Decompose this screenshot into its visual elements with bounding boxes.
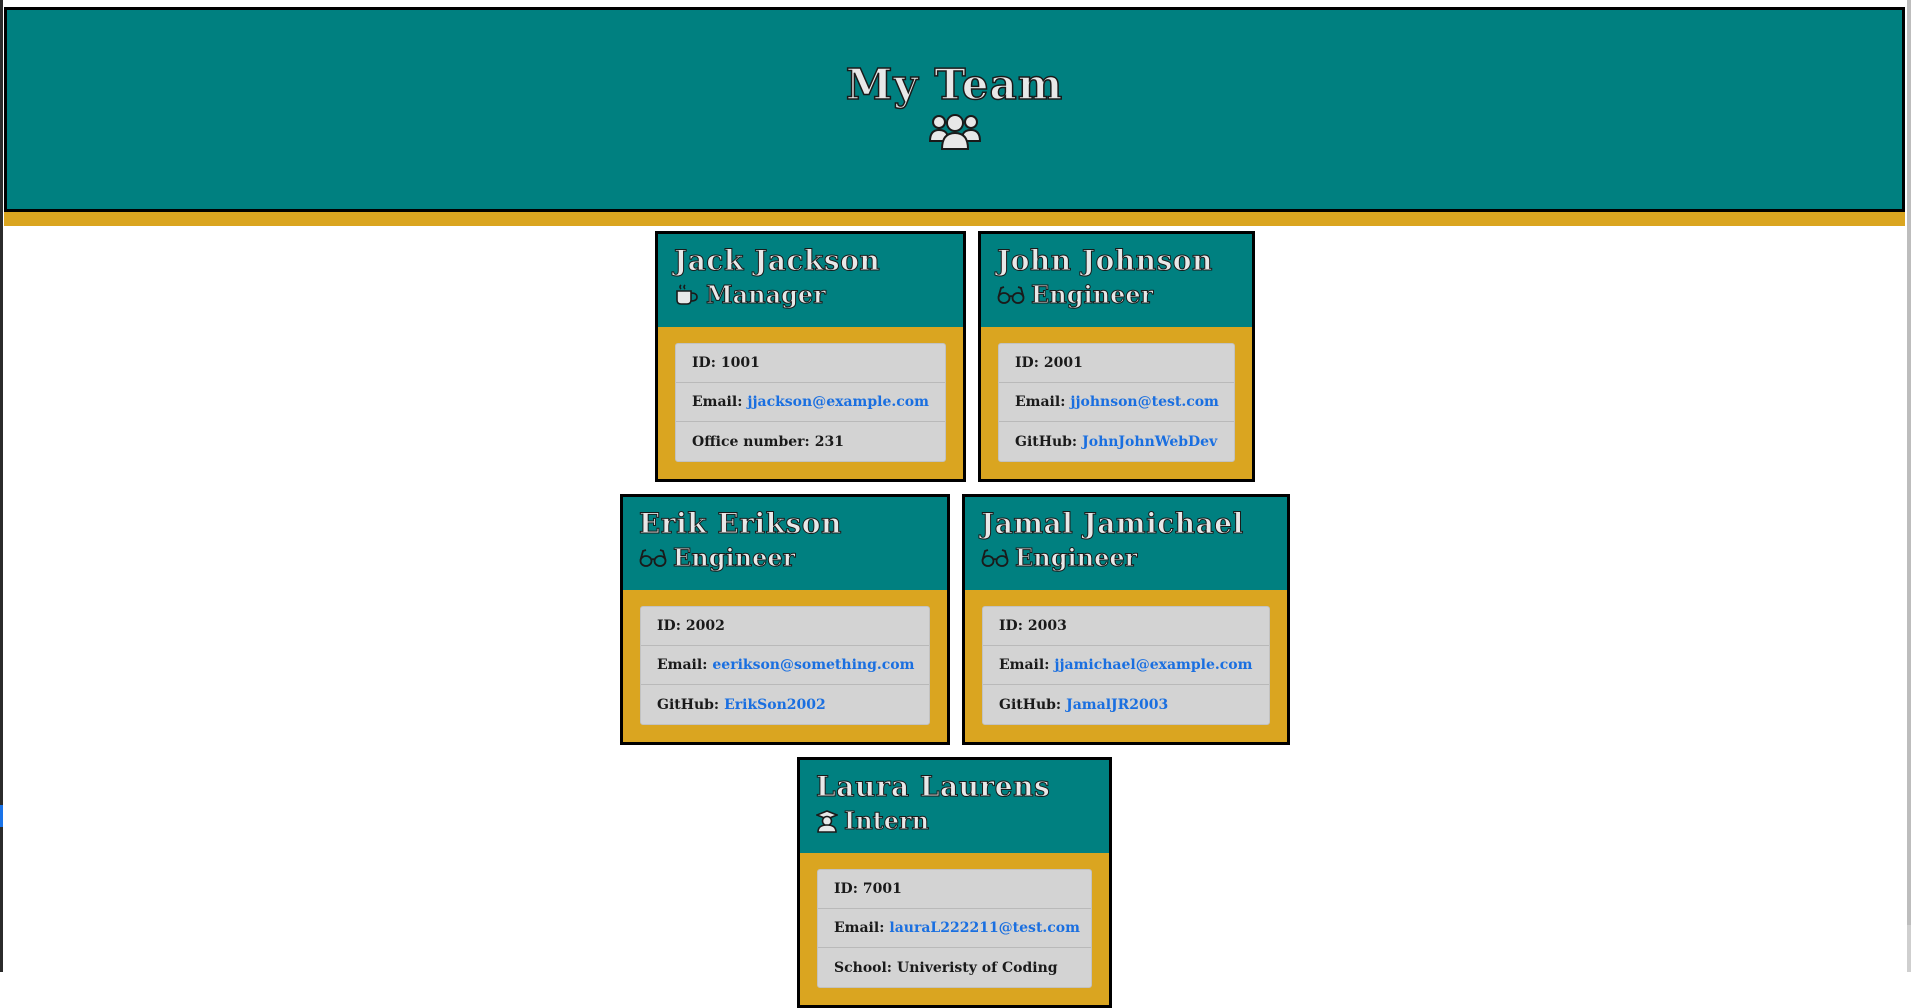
- email-item: Email: eerikson@something.com: [641, 646, 929, 685]
- window-left-edge-marker: [0, 805, 3, 827]
- github-item: GitHub: JamalJR2003: [983, 685, 1269, 724]
- id-value: 1001: [720, 355, 760, 371]
- role-label: Engineer: [672, 543, 796, 573]
- id-label: ID:: [999, 618, 1023, 634]
- card-header: Jamal Jamichael Engineer: [965, 497, 1287, 590]
- email-item: Email: lauraL222211@test.com: [818, 909, 1091, 948]
- email-link[interactable]: jjackson@example.com: [747, 394, 929, 410]
- card-body: ID: 7001 Email: lauraL222211@test.com Sc…: [800, 853, 1109, 988]
- employee-name: Erik Erikson: [639, 507, 842, 541]
- info-list: ID: 2003 Email: jjamichael@example.com G…: [982, 606, 1270, 725]
- github-item: GitHub: ErikSon2002: [641, 685, 929, 724]
- email-label: Email:: [999, 657, 1050, 673]
- id-value: 2003: [1027, 618, 1067, 634]
- role-label: Engineer: [1014, 543, 1138, 573]
- email-link[interactable]: lauraL222211@test.com: [889, 920, 1080, 936]
- page-title: My Team: [845, 59, 1064, 110]
- employee-role: Intern: [816, 804, 1109, 838]
- school-label: School:: [834, 959, 892, 976]
- github-label: GitHub:: [999, 696, 1062, 713]
- users-icon: [928, 114, 981, 150]
- office-number-value: 231: [814, 433, 844, 450]
- employee-card: Erik Erikson Engineer ID: 2002 Email: ee…: [620, 494, 950, 745]
- email-link[interactable]: eerikson@something.com: [712, 657, 914, 673]
- school-value: Univeristy of Coding: [896, 959, 1058, 976]
- card-body: ID: 2001 Email: jjohnson@test.com GitHub…: [981, 327, 1252, 462]
- card-body: ID: 2003 Email: jjamichael@example.com G…: [965, 590, 1287, 725]
- employee-card: Laura Laurens Intern ID: 7001 Email: lau…: [797, 757, 1112, 1008]
- card-header: Jack Jackson Manager: [658, 234, 963, 327]
- github-link[interactable]: JamalJR2003: [1066, 697, 1168, 713]
- id-item: ID: 7001: [818, 870, 1091, 909]
- employee-role: Engineer: [981, 541, 1287, 575]
- id-value: 2001: [1043, 355, 1083, 371]
- email-item: Email: jjamichael@example.com: [983, 646, 1269, 685]
- glasses-icon: [981, 549, 1009, 567]
- id-item: ID: 2001: [999, 344, 1234, 383]
- github-item: GitHub: JohnJohnWebDev: [999, 422, 1234, 461]
- email-label: Email:: [692, 394, 743, 410]
- role-label: Engineer: [1030, 280, 1154, 310]
- school-item: School: Univeristy of Coding: [818, 948, 1091, 987]
- info-list: ID: 2001 Email: jjohnson@test.com GitHub…: [998, 343, 1235, 462]
- employee-card: Jack Jackson Manager ID: 1001 Email: jja…: [655, 231, 966, 482]
- info-list: ID: 1001 Email: jjackson@example.com Off…: [675, 343, 946, 462]
- id-value: 7001: [862, 881, 902, 897]
- id-item: ID: 2002: [641, 607, 929, 646]
- card-body: ID: 2002 Email: eerikson@something.com G…: [623, 590, 947, 725]
- header-accent-bar: [4, 212, 1905, 226]
- github-label: GitHub:: [657, 696, 720, 713]
- card-header: Laura Laurens Intern: [800, 760, 1109, 853]
- email-item: Email: jjohnson@test.com: [999, 383, 1234, 422]
- employee-card: John Johnson Engineer ID: 2001 Email: jj…: [978, 231, 1255, 482]
- scrollbar-thumb[interactable]: [1907, 0, 1911, 925]
- id-value: 2002: [685, 618, 725, 634]
- role-label: Manager: [706, 280, 827, 310]
- employee-name: John Johnson: [997, 244, 1213, 278]
- id-label: ID:: [692, 355, 716, 371]
- page-header: My Team: [4, 7, 1905, 212]
- card-body: ID: 1001 Email: jjackson@example.com Off…: [658, 327, 963, 462]
- employee-role: Engineer: [639, 541, 947, 575]
- role-label: Intern: [843, 806, 930, 836]
- office-number-item: Office number: 231: [676, 422, 945, 461]
- employee-name: Jamal Jamichael: [981, 507, 1244, 541]
- card-header: John Johnson Engineer: [981, 234, 1252, 327]
- employee-role: Manager: [674, 278, 963, 312]
- glasses-icon: [639, 549, 667, 567]
- id-item: ID: 1001: [676, 344, 945, 383]
- email-label: Email:: [834, 920, 885, 936]
- email-label: Email:: [657, 657, 708, 673]
- github-link[interactable]: JohnJohnWebDev: [1082, 434, 1217, 450]
- card-header: Erik Erikson Engineer: [623, 497, 947, 590]
- email-link[interactable]: jjamichael@example.com: [1054, 657, 1252, 673]
- employee-role: Engineer: [997, 278, 1252, 312]
- email-item: Email: jjackson@example.com: [676, 383, 945, 422]
- id-label: ID:: [657, 618, 681, 634]
- id-item: ID: 2003: [983, 607, 1269, 646]
- github-label: GitHub:: [1015, 433, 1078, 450]
- glasses-icon: [997, 286, 1025, 304]
- employee-name: Laura Laurens: [816, 770, 1051, 804]
- office-number-label: Office number:: [692, 433, 810, 450]
- email-link[interactable]: jjohnson@test.com: [1070, 394, 1219, 410]
- id-label: ID:: [1015, 355, 1039, 371]
- info-list: ID: 2002 Email: eerikson@something.com G…: [640, 606, 930, 725]
- info-list: ID: 7001 Email: lauraL222211@test.com Sc…: [817, 869, 1092, 988]
- graduate-icon: [816, 810, 838, 833]
- mug-icon: [676, 284, 698, 305]
- employee-name: Jack Jackson: [674, 244, 881, 278]
- email-label: Email:: [1015, 394, 1066, 410]
- github-link[interactable]: ErikSon2002: [724, 697, 826, 713]
- id-label: ID:: [834, 881, 858, 897]
- employee-card: Jamal Jamichael Engineer ID: 2003 Email:: [962, 494, 1290, 745]
